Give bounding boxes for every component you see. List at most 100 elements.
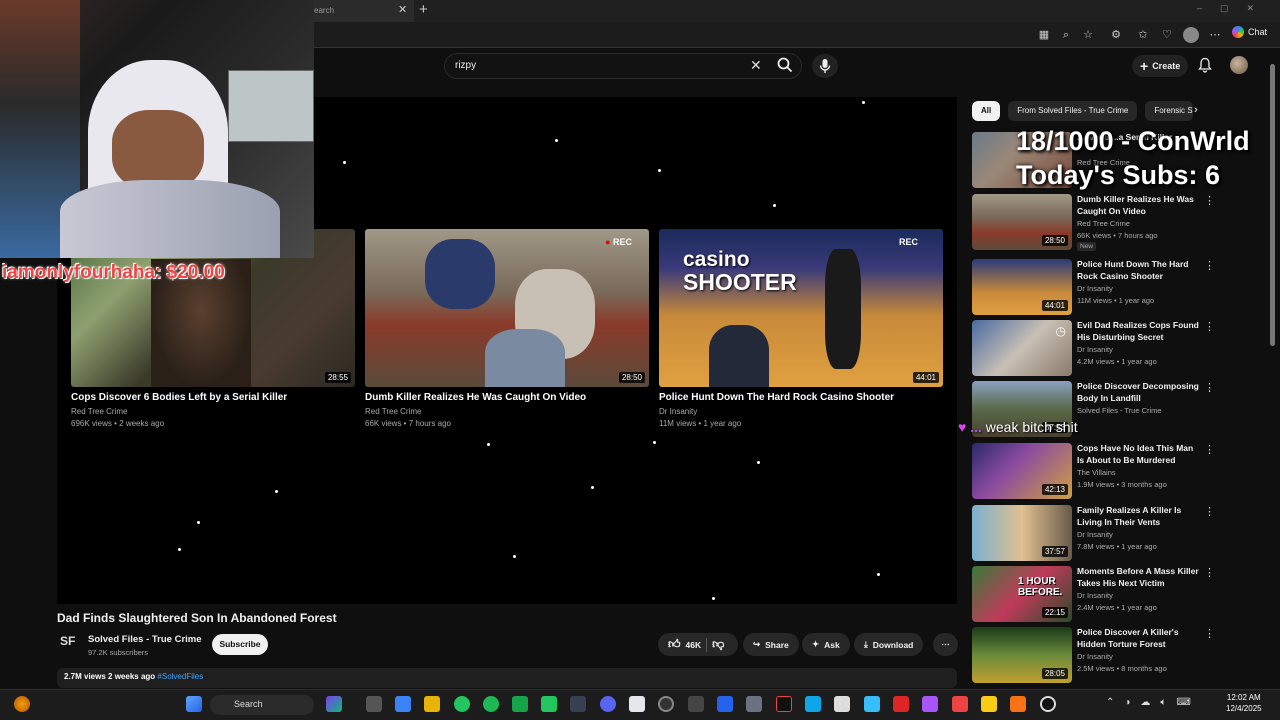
recommended-video[interactable]: ◷ Evil Dad Realizes Cops Found His Distu… xyxy=(972,320,1215,378)
recommended-video[interactable]: 28:05 Police Discover A Killer's Hidden … xyxy=(972,627,1215,685)
ask-button[interactable]: ✦ Ask xyxy=(802,633,850,656)
endcard-channel[interactable]: Red Tree Crime xyxy=(71,407,127,416)
video-title: Moments Before A Mass Killer Takes His N… xyxy=(1077,566,1199,588)
more-actions-button[interactable]: ⋯ xyxy=(933,633,958,656)
endcard-channel[interactable]: Dr Insanity xyxy=(659,407,697,416)
tab-close-icon[interactable]: ✕ xyxy=(398,3,407,16)
app-icon[interactable] xyxy=(952,696,968,712)
chip-from-channel[interactable]: From Solved Files - True Crime xyxy=(1008,101,1138,121)
chat-label: Chat xyxy=(1248,27,1268,37)
app-icon[interactable] xyxy=(688,696,704,712)
channel-logo[interactable]: SF xyxy=(60,634,82,656)
voice-search-button[interactable] xyxy=(812,54,838,78)
recommended-video[interactable]: 37:57 Family Realizes A Killer Is Living… xyxy=(972,505,1215,563)
camera-icon[interactable] xyxy=(746,696,762,712)
video-title: Police Hunt Down The Hard Rock Casino Sh… xyxy=(1077,259,1189,281)
subscriber-count: 97.2K subscribers xyxy=(88,648,149,657)
more-icon[interactable]: ⋮ xyxy=(1204,320,1215,333)
app-icon[interactable] xyxy=(834,696,850,712)
system-tray-icons[interactable]: ⌃◑☁🔈︎⌨ xyxy=(1106,697,1201,708)
endcard-thumbnail[interactable]: casino SHOOTER REC 44:01 xyxy=(659,229,943,387)
new-badge: New xyxy=(1077,242,1097,251)
xbox-icon[interactable] xyxy=(454,696,470,712)
new-tab-icon[interactable]: + xyxy=(419,1,428,18)
obs-icon[interactable] xyxy=(658,696,674,712)
task-view-icon[interactable] xyxy=(366,696,382,712)
more-icon[interactable]: ⋮ xyxy=(1204,381,1215,394)
favorite-star-icon[interactable]: ☆ xyxy=(1080,27,1096,43)
channel-name[interactable]: Solved Files - True Crime xyxy=(88,634,202,645)
more-icon[interactable]: ⋮ xyxy=(1204,194,1215,207)
endcard-thumbnail[interactable]: ● REC 28:50 xyxy=(365,229,649,387)
like-button[interactable]: 👍︎ 46K xyxy=(668,637,701,652)
app-icon[interactable] xyxy=(981,696,997,712)
endcard-meta: 696K views • 2 weeks ago xyxy=(71,419,165,428)
brave-icon[interactable] xyxy=(1010,696,1026,712)
recommended-video[interactable]: 44:01 Police Hunt Down The Hard Rock Cas… xyxy=(972,259,1215,317)
subscribe-button[interactable]: Subscribe xyxy=(212,634,268,655)
duration-badge: 28:05 xyxy=(1041,668,1068,679)
duration-badge: 22:15 xyxy=(1041,607,1068,618)
app-icon[interactable] xyxy=(1040,696,1056,712)
windows-start-icon[interactable] xyxy=(186,696,202,712)
xbox-app-icon[interactable] xyxy=(541,696,557,712)
notifications-bell-icon[interactable] xyxy=(1198,57,1212,73)
tiktok-icon[interactable] xyxy=(776,696,792,712)
endcard-title[interactable]: Dumb Killer Realizes He Was Caught On Vi… xyxy=(365,392,586,403)
more-icon[interactable]: ⋯ xyxy=(1207,27,1223,43)
zoom-icon[interactable]: ⌕ xyxy=(1058,27,1074,43)
spotify-icon[interactable] xyxy=(483,696,499,712)
endcard-channel[interactable]: Red Tree Crime xyxy=(365,407,421,416)
recommended-video[interactable]: 1 HOUR BEFORE. 22:15 Moments Before A Ma… xyxy=(972,566,1215,624)
chip-forensic[interactable]: Forensic S xyxy=(1145,101,1194,121)
recommended-video[interactable]: 28:50 Dumb Killer Realizes He Was Caught… xyxy=(972,194,1215,252)
more-icon[interactable]: ⋮ xyxy=(1204,443,1215,456)
description-box[interactable]: 2.7M views 2 weeks ago #SolvedFiles xyxy=(57,668,957,688)
more-icon[interactable]: ⋮ xyxy=(1204,259,1215,272)
search-icon[interactable] xyxy=(776,56,794,74)
search-input[interactable]: rizpy xyxy=(444,53,802,79)
chevron-right-icon[interactable]: › xyxy=(1194,104,1198,116)
recommended-video[interactable]: 42:13 Cops Have No Idea This Man Is Abou… xyxy=(972,443,1215,501)
copilot-chat-button[interactable]: Chat xyxy=(1232,26,1267,38)
widgets-icon[interactable] xyxy=(14,696,30,712)
taskbar-search[interactable]: Search xyxy=(210,695,314,715)
store-icon[interactable] xyxy=(395,696,411,712)
app-icon[interactable] xyxy=(893,696,909,712)
endcard-title[interactable]: Police Hunt Down The Hard Rock Casino Sh… xyxy=(659,392,894,403)
app-icon[interactable] xyxy=(512,696,528,712)
more-icon[interactable]: ⋮ xyxy=(1204,627,1215,640)
app-icon[interactable] xyxy=(717,696,733,712)
extensions-icon[interactable]: ⚙ xyxy=(1108,27,1124,43)
hashtag[interactable]: #SolvedFiles xyxy=(157,672,203,681)
create-label: Create xyxy=(1152,61,1181,71)
more-icon[interactable]: ⋮ xyxy=(1204,566,1215,579)
account-avatar[interactable] xyxy=(1230,56,1248,74)
app-icon[interactable] xyxy=(864,696,880,712)
chip-all[interactable]: All xyxy=(972,101,1001,121)
file-explorer-icon[interactable] xyxy=(424,696,440,712)
clear-search-icon[interactable]: ✕ xyxy=(750,57,762,74)
app-icon[interactable] xyxy=(326,696,342,712)
app-icon[interactable] xyxy=(805,696,821,712)
taskbar-clock[interactable]: 12:02 AM 12/4/2025 xyxy=(1226,692,1262,714)
download-button[interactable]: ⤓ Download xyxy=(854,633,924,656)
app-grid-icon[interactable]: ▦ xyxy=(1036,27,1052,43)
create-button[interactable]: + Create xyxy=(1132,55,1189,77)
profile-icon[interactable] xyxy=(1183,27,1199,43)
app-icon[interactable] xyxy=(922,696,938,712)
scrollbar[interactable] xyxy=(1270,64,1275,346)
share-button[interactable]: ↪ Share xyxy=(743,633,799,656)
favorites-icon[interactable]: ✩ xyxy=(1135,27,1151,43)
window-controls[interactable]: –▢✕ xyxy=(1197,3,1272,14)
search-value: rizpy xyxy=(455,60,477,71)
document-icon[interactable] xyxy=(629,696,645,712)
endcard-title[interactable]: Cops Discover 6 Bodies Left by a Serial … xyxy=(71,392,287,403)
duration-badge: 37:57 xyxy=(1041,546,1068,557)
heart-icon[interactable]: ♡ xyxy=(1159,27,1175,43)
dislike-button[interactable]: 👎︎ xyxy=(712,637,724,652)
discord-icon[interactable] xyxy=(600,696,616,712)
app-icon[interactable] xyxy=(570,696,586,712)
more-icon[interactable]: ⋮ xyxy=(1204,505,1215,518)
duration-badge: 28:50 xyxy=(618,372,645,383)
